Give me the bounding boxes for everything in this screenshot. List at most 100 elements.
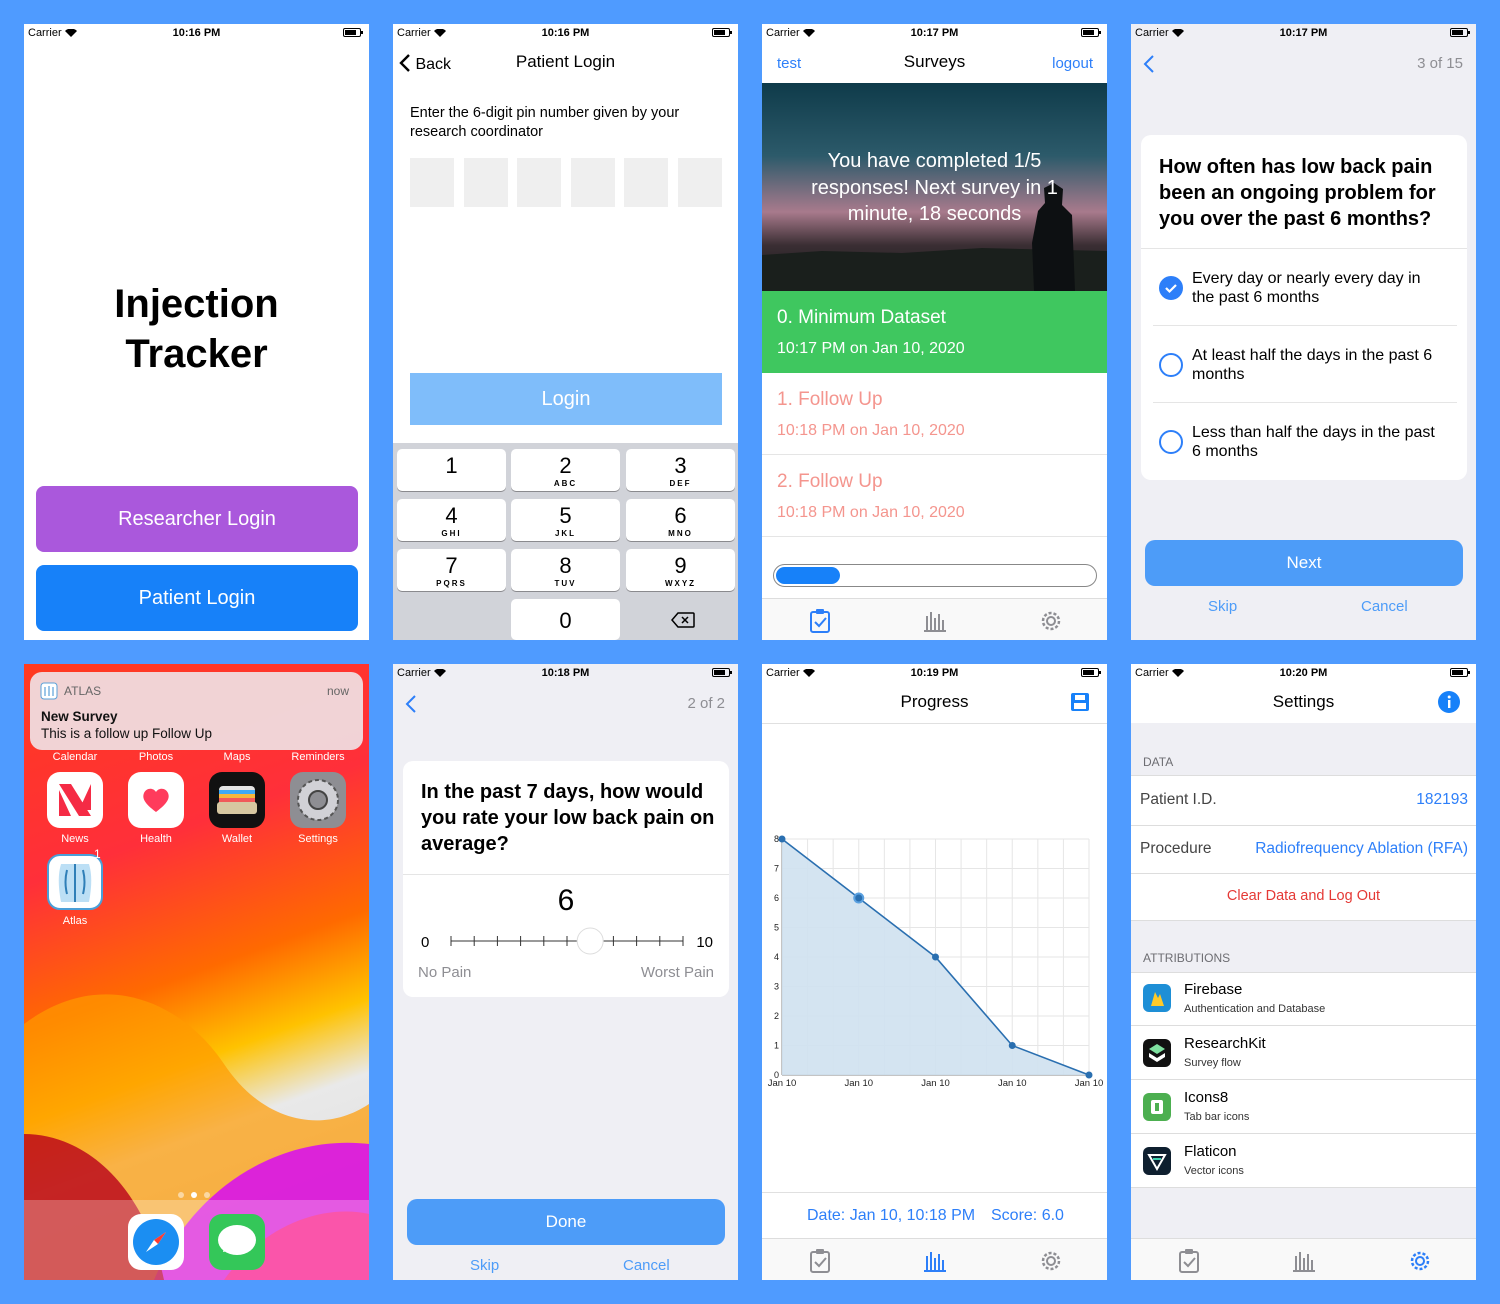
chevron-left-icon[interactable]: [1143, 54, 1155, 74]
clock: 10:16 PM: [172, 27, 221, 39]
app-label-wallet: Wallet: [221, 833, 253, 845]
notification-banner[interactable]: ATLAS now New Survey This is a follow up…: [30, 672, 363, 750]
pain-slider[interactable]: [447, 925, 687, 957]
battery-icon: [343, 28, 363, 37]
clipboard-check-icon[interactable]: [807, 608, 833, 634]
next-button[interactable]: Next: [1145, 540, 1463, 586]
skip-button[interactable]: Skip: [1208, 598, 1237, 615]
app-label-reminders: Reminders: [291, 751, 345, 763]
pin-digit-6[interactable]: [678, 158, 722, 207]
key-3[interactable]: 3 DEF: [626, 449, 735, 491]
procedure-value[interactable]: Radiofrequency Ablation (RFA): [1255, 840, 1468, 858]
x-tick-label: Jan 10: [998, 1078, 1027, 1089]
wallet-app-icon[interactable]: [209, 772, 265, 828]
data-point[interactable]: [1008, 1042, 1016, 1049]
notification-time: now: [326, 684, 349, 698]
clipboard-check-icon[interactable]: [807, 1248, 833, 1274]
logout-button[interactable]: logout: [1052, 55, 1093, 72]
status-bar: Carrier 10:19 PM: [762, 664, 1107, 682]
data-point[interactable]: [932, 953, 939, 961]
survey-date: 10:17 PM on Jan 10, 2020: [777, 340, 965, 357]
app-label-settings: Settings: [298, 833, 338, 845]
cancel-button[interactable]: Cancel: [623, 1257, 670, 1274]
pin-digit-3[interactable]: [517, 158, 561, 207]
skip-button[interactable]: Skip: [470, 1257, 499, 1274]
key-8[interactable]: 8 TUV: [511, 549, 620, 591]
key-6[interactable]: 6 MNO: [626, 499, 735, 541]
data-point[interactable]: [778, 835, 786, 843]
radio-empty-icon: [1159, 430, 1183, 454]
survey-row[interactable]: 1. Follow Up 10:18 PM on Jan 10, 2020: [762, 373, 1107, 455]
clear-data-button[interactable]: Clear Data and Log Out: [1131, 888, 1476, 904]
notification-badge: 1: [94, 847, 101, 861]
key-5[interactable]: 5 JKL: [511, 499, 620, 541]
pin-digit-4[interactable]: [571, 158, 615, 207]
key-1[interactable]: 1: [397, 449, 506, 491]
gear-icon[interactable]: [1038, 1248, 1064, 1274]
backspace-icon[interactable]: [671, 612, 695, 628]
slider-thumb[interactable]: [576, 927, 604, 955]
step-counter: 3 of 15: [1417, 55, 1463, 72]
atlas-app-icon[interactable]: [47, 854, 103, 910]
clipboard-check-icon[interactable]: [1176, 1248, 1202, 1274]
info-icon[interactable]: [1438, 691, 1460, 713]
notification-title: New Survey: [41, 709, 118, 724]
key-0[interactable]: 0: [511, 599, 620, 640]
done-button[interactable]: Done: [407, 1199, 725, 1245]
screen-surveys: Carrier 10:17 PM test Surveys logout You…: [762, 24, 1107, 640]
survey-date: 10:18 PM on Jan 10, 2020: [777, 422, 965, 439]
screen-patient-login: Carrier 10:16 PM Back Patient Login Ente…: [393, 24, 738, 640]
messages-app-icon[interactable]: [209, 1214, 265, 1270]
status-bar: Carrier 10:16 PM: [393, 24, 738, 42]
safari-app-icon[interactable]: [128, 1214, 184, 1270]
slider-min: 0: [421, 934, 430, 951]
slider-max: 10: [696, 934, 713, 951]
pin-digit-1[interactable]: [410, 158, 454, 207]
clock: 10:17 PM: [1279, 27, 1328, 39]
patient-login-button[interactable]: Patient Login: [36, 565, 358, 631]
status-bar: Carrier 10:17 PM: [1131, 24, 1476, 42]
key-4[interactable]: 4 GHI: [397, 499, 506, 541]
key-2[interactable]: 2 ABC: [511, 449, 620, 491]
page-title: Progress: [900, 692, 969, 711]
page-title: Settings: [1272, 692, 1335, 711]
survey-row[interactable]: 0. Minimum Dataset 10:17 PM on Jan 10, 2…: [762, 291, 1107, 373]
bar-chart-icon[interactable]: [922, 1248, 948, 1274]
status-bar: Carrier 10:18 PM: [393, 664, 738, 682]
health-app-icon[interactable]: [128, 772, 184, 828]
survey-title: 0. Minimum Dataset: [777, 307, 946, 328]
gear-icon[interactable]: [1407, 1248, 1433, 1274]
chevron-left-icon[interactable]: [405, 694, 417, 714]
pin-digit-5[interactable]: [624, 158, 668, 207]
icons8-icon: [1143, 1093, 1171, 1121]
news-app-icon[interactable]: [47, 772, 103, 828]
bar-chart-icon[interactable]: [1291, 1248, 1317, 1274]
data-point[interactable]: [853, 892, 865, 904]
login-button[interactable]: Login: [410, 373, 722, 425]
section-header-data: DATA: [1143, 755, 1174, 769]
key-7[interactable]: 7 PQRS: [397, 549, 506, 591]
app-label-calendar: Calendar: [52, 751, 98, 763]
researcher-login-button[interactable]: Researcher Login: [36, 486, 358, 552]
battery-icon: [1450, 668, 1470, 677]
settings-app-icon[interactable]: [290, 772, 346, 828]
app-title: Injection Tracker: [114, 282, 279, 376]
cancel-button[interactable]: Cancel: [1361, 598, 1408, 615]
y-tick-label: 4: [774, 952, 779, 962]
patient-id-label: Patient I.D.: [1140, 791, 1217, 808]
bar-chart-icon[interactable]: [922, 608, 948, 634]
y-tick-label: 6: [774, 893, 779, 903]
status-bar: Carrier 10:16 PM: [24, 24, 369, 42]
y-tick-label: 2: [774, 1011, 779, 1021]
key-9[interactable]: 9 WXYZ: [626, 549, 735, 591]
clock: 10:19 PM: [910, 667, 959, 679]
save-icon[interactable]: [1070, 692, 1090, 712]
gear-icon[interactable]: [1038, 608, 1064, 634]
pin-digit-2[interactable]: [464, 158, 508, 207]
progress-fill: [776, 567, 840, 584]
max-label: Worst Pain: [640, 964, 714, 981]
x-tick-label: Jan 10: [844, 1078, 873, 1089]
survey-progress-bar: [773, 564, 1097, 587]
tab-bar: [762, 598, 1107, 640]
survey-row[interactable]: 2. Follow Up 10:18 PM on Jan 10, 2020: [762, 455, 1107, 537]
